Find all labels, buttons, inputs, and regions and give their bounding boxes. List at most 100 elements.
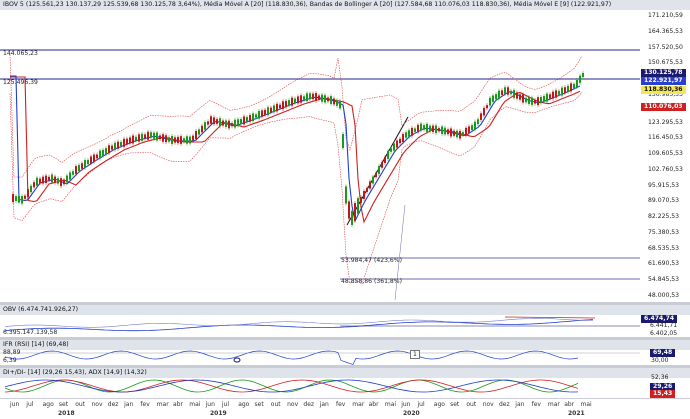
month-tick-label: ago	[42, 401, 54, 408]
candle-body	[303, 96, 305, 100]
candle-body	[261, 110, 263, 117]
candle-body	[318, 95, 320, 100]
month-tick-label: jan	[515, 401, 525, 408]
candle-body	[516, 92, 518, 99]
candle-body	[330, 96, 332, 104]
candle-body	[459, 130, 461, 139]
candle-body	[513, 90, 515, 98]
obv-left-value: 6.395.147.139,58	[3, 329, 58, 336]
candle-body	[120, 141, 122, 147]
candle-body	[546, 93, 548, 102]
candle-body	[54, 176, 56, 183]
candle-body	[312, 93, 314, 100]
month-tick-label: nov	[91, 401, 103, 408]
candle-body	[141, 133, 143, 141]
candle-body	[27, 189, 29, 197]
candle-body	[399, 138, 401, 144]
obv-axis-value-2: 6.402,05	[650, 330, 678, 337]
candle-body	[345, 186, 347, 204]
candle-body	[234, 119, 236, 128]
candle-body	[528, 97, 530, 105]
candle-body	[81, 163, 83, 169]
candle-body	[162, 134, 164, 142]
candle-body	[375, 172, 377, 178]
candle-body	[348, 201, 350, 219]
candle-body	[39, 178, 41, 184]
month-tick-label: jul	[417, 401, 425, 408]
obv-trend-line	[504, 316, 596, 319]
month-tick-label: set	[450, 401, 460, 408]
candle-body	[471, 125, 473, 131]
candle-body	[231, 123, 233, 127]
candle-body	[216, 119, 218, 124]
price-chart-panel[interactable]: IBOV 5 (125.561,23 130.137,29 125.539,68…	[0, 0, 690, 302]
candle-body	[228, 120, 230, 129]
candle-body	[132, 135, 134, 144]
year-tick-label: 2019	[210, 410, 227, 417]
candle-body	[93, 154, 95, 162]
candle-body	[300, 95, 302, 103]
candle-body	[186, 136, 188, 144]
candle-body	[438, 128, 440, 132]
candle-body	[42, 176, 44, 184]
candle-body	[570, 83, 572, 92]
candle-body	[114, 142, 116, 150]
candle-body	[420, 123, 422, 131]
candle-body	[66, 175, 68, 183]
obv-axis-value-1: 6.441,71	[650, 322, 678, 329]
candle-body	[510, 90, 512, 95]
year-tick-label: 2020	[403, 410, 420, 417]
lower-band-badge: 110.076,03	[641, 103, 686, 111]
price-axis-label: 95.915,53	[648, 181, 680, 189]
month-tick-label: jan	[124, 401, 134, 408]
adx-line	[4, 379, 579, 393]
candle-body	[282, 101, 284, 110]
candle-body	[354, 203, 356, 221]
candle-body	[525, 97, 527, 103]
candle-body	[126, 138, 128, 145]
price-axis-label: 89.070,53	[648, 197, 680, 205]
candle-body	[378, 166, 380, 174]
fib-label-2: 48.858,86 (361,8%)	[341, 278, 402, 285]
candle-body	[105, 148, 107, 154]
candle-body	[258, 110, 260, 119]
month-tick-label: jul	[26, 401, 34, 408]
time-axis[interactable]: jun jul ago set out nov dez jan fev mar abr mai jun j…	[0, 398, 690, 419]
rsi-marker[interactable]: 1	[410, 350, 420, 359]
candle-body	[360, 197, 362, 203]
price-axis-label: 61.690,53	[648, 260, 680, 268]
dmi-panel[interactable]: DI+/DI- [14] (29,26 15,43), ADX [14,9] (…	[0, 368, 690, 398]
price-axis-label: 109.605,53	[648, 150, 683, 158]
month-tick-label: mar	[156, 401, 169, 408]
month-tick-label: abr	[564, 401, 575, 408]
candle-body	[441, 126, 443, 135]
candle-body	[555, 90, 557, 98]
candle-body	[225, 120, 227, 127]
candle-body	[339, 100, 341, 109]
dmi-canvas[interactable]	[0, 368, 690, 398]
candle-body	[423, 125, 425, 130]
candle-body	[435, 125, 437, 134]
month-tick-label: fev	[140, 401, 150, 408]
candle-body	[279, 104, 281, 109]
rsi-panel[interactable]: IFR (RSI) [14] (69,48) 88,89 6,39 1 69,4…	[0, 340, 690, 365]
year-tick-label: 2018	[58, 410, 75, 417]
candle-body	[456, 130, 458, 138]
candle-body	[108, 145, 110, 154]
candle-body	[447, 129, 449, 135]
candle-body	[210, 116, 212, 124]
candle-body	[69, 172, 71, 180]
candle-body	[243, 116, 245, 125]
obv-panel[interactable]: OBV (6.474.741.926,27) 6.395.147.139,58 …	[0, 305, 690, 337]
obv-canvas[interactable]	[0, 305, 690, 337]
rsi-canvas[interactable]	[0, 340, 690, 365]
candle-body	[537, 97, 539, 106]
dmi-axis-value: 52,36	[651, 374, 669, 381]
candle-body	[540, 96, 542, 104]
candle-body	[426, 123, 428, 132]
month-tick-label: jun	[10, 401, 20, 408]
candle-body	[99, 150, 101, 159]
candle-body	[87, 159, 89, 165]
candle-body	[174, 137, 176, 143]
candle-body	[351, 210, 353, 226]
